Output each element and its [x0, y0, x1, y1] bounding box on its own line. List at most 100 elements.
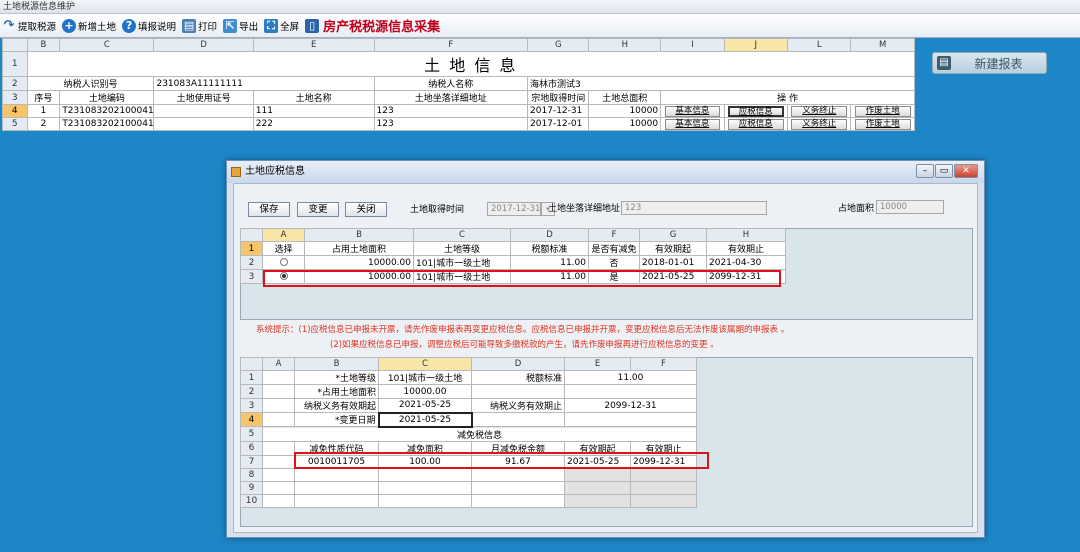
cell-tax-standard[interactable]: 11.00 — [510, 269, 589, 284]
export-button[interactable]: ⇱ 导出 — [223, 18, 258, 33]
cell-valid-to[interactable]: 2099-12-31 — [706, 269, 786, 284]
empty-cell[interactable] — [471, 493, 565, 508]
taxpayer-id-value[interactable]: 231083A11111111 — [153, 76, 375, 91]
terminate-obligation-button[interactable]: 义务终止 — [791, 118, 847, 130]
basic-info-button[interactable]: 基本信息 — [664, 105, 721, 117]
basic-info-button[interactable]: 基本信息 — [664, 118, 721, 130]
system-hint-1: 系统提示：(1)应税信息已申报未开票，请先作废申报表再变更应税信息。应税信息已申… — [256, 325, 790, 335]
add-land-button[interactable]: + 新增土地 — [62, 18, 117, 33]
cell-land-grade[interactable]: 101|城市一级土地 — [413, 269, 511, 284]
empty-cell[interactable] — [630, 467, 697, 482]
cell-land-name[interactable]: 222 — [252, 117, 375, 131]
print-button[interactable]: ▤ 打印 — [182, 18, 217, 33]
curved-arrow-icon: ↷ — [3, 17, 15, 33]
cell-valid-from[interactable]: 2021-05-25 — [564, 454, 631, 469]
page-title: ▯ 房产税税源信息采集 — [305, 16, 440, 35]
cell-land-code[interactable]: T23108320210004154 — [59, 117, 155, 131]
empty-cell[interactable] — [471, 480, 565, 495]
add-land-label: 新增土地 — [78, 21, 117, 33]
cell-total-area[interactable]: 10000 — [588, 104, 662, 118]
empty-cell[interactable] — [378, 493, 472, 508]
select-radio-checked[interactable] — [279, 272, 288, 280]
header-total-area: 土地总面积 — [588, 90, 662, 105]
document-icon: ▯ — [305, 18, 320, 33]
col-header: B — [26, 38, 61, 52]
action-cell: 应税信息 — [723, 117, 789, 131]
cell-acq-date[interactable]: 2017-12-01 — [527, 117, 590, 131]
empty-cell[interactable] — [471, 467, 565, 482]
save-button[interactable]: 保存 — [248, 202, 290, 217]
empty-cell[interactable] — [630, 493, 697, 508]
empty-cell[interactable] — [564, 467, 631, 482]
corner-cell — [240, 357, 263, 371]
select-radio[interactable] — [279, 258, 288, 266]
cell-cert-no[interactable] — [153, 117, 254, 131]
empty-cell[interactable] — [294, 493, 379, 508]
col-header: D — [471, 357, 565, 371]
close-button[interactable]: 关闭 — [345, 202, 387, 217]
cell-occupied-area[interactable]: 10000.00 — [304, 269, 414, 284]
terminate-obligation-button[interactable]: 义务终止 — [791, 105, 847, 117]
obligation-start-value[interactable]: 2021-05-25 — [378, 398, 472, 413]
empty-cell[interactable] — [630, 480, 697, 495]
cell-relief-area[interactable]: 100.00 — [378, 454, 472, 469]
fill-instructions-button[interactable]: ? 填报说明 — [122, 18, 176, 33]
action-cell: 基本信息 — [660, 104, 725, 118]
cell-monthly-relief[interactable]: 91.67 — [471, 454, 565, 469]
area-input[interactable]: 10000 — [876, 200, 944, 214]
cell-has-relief[interactable]: 是 — [588, 269, 640, 284]
cell-valid-to[interactable]: 2099-12-31 — [630, 454, 697, 469]
cell-valid-from[interactable]: 2018-01-01 — [639, 255, 707, 270]
occupied-area-value[interactable]: 10000.00 — [378, 384, 472, 399]
cell-valid-to[interactable]: 2021-04-30 — [706, 255, 786, 270]
row-header: 3 — [240, 398, 263, 413]
empty-cell[interactable] — [564, 493, 631, 508]
taxable-info-button[interactable]: 应税信息 — [728, 105, 784, 117]
cell-land-code[interactable]: T23108320210004153 — [59, 104, 155, 118]
close-icon[interactable]: ✕ — [954, 164, 978, 178]
row-header-selected: 1 — [240, 241, 263, 256]
taxpayer-name-value[interactable]: 海林市测试3 — [527, 76, 915, 91]
cell-seq[interactable]: 1 — [26, 104, 61, 118]
cell-valid-from[interactable]: 2021-05-25 — [639, 269, 707, 284]
cell-acq-date[interactable]: 2017-12-31 — [527, 104, 590, 118]
row-header: 6 — [240, 440, 263, 456]
empty-cell[interactable] — [564, 480, 631, 495]
col-header-selected: J — [723, 38, 789, 52]
change-button[interactable]: 变更 — [297, 202, 339, 217]
empty-cell[interactable] — [294, 480, 379, 495]
maximize-icon[interactable]: ▭ — [935, 164, 953, 178]
cell-total-area[interactable]: 10000 — [588, 117, 662, 131]
empty-cell[interactable] — [378, 467, 472, 482]
obligation-end-value[interactable]: 2099-12-31 — [564, 398, 697, 413]
occupied-area-label: *占用土地面积 — [294, 384, 379, 399]
address-input[interactable]: 123 — [621, 201, 767, 215]
minimize-icon[interactable]: – — [916, 164, 934, 178]
void-land-button[interactable]: 作废土地 — [854, 118, 911, 130]
cell-has-relief[interactable]: 否 — [588, 255, 640, 270]
land-grade-value[interactable]: 101|城市一级土地 — [378, 370, 472, 385]
cell-tax-standard[interactable]: 11.00 — [510, 255, 589, 270]
new-report-button[interactable]: ▤ 新建报表 — [932, 52, 1047, 74]
cell-seq[interactable]: 2 — [26, 117, 61, 131]
acq-time-input[interactable]: 2017-12-31 — [487, 202, 541, 216]
empty-cell[interactable] — [294, 467, 379, 482]
fullscreen-button[interactable]: ⛶ 全屏 — [264, 18, 300, 33]
tax-standard-value[interactable]: 11.00 — [564, 370, 697, 385]
cell-cert-no[interactable] — [153, 104, 254, 118]
cell-address[interactable]: 123 — [373, 104, 529, 118]
fullscreen-label: 全屏 — [280, 21, 300, 33]
taxable-info-button[interactable]: 应税信息 — [728, 118, 784, 130]
cell-address[interactable]: 123 — [373, 117, 529, 131]
acq-time-label: 土地取得时间 — [410, 205, 465, 215]
cell-relief-code[interactable]: 0010011705 — [294, 454, 379, 469]
cell-land-grade[interactable]: 101|城市一级土地 — [413, 255, 511, 270]
cell-land-name[interactable]: 111 — [252, 104, 375, 118]
col-header: G — [527, 38, 590, 52]
action-cell: 义务终止 — [786, 104, 852, 118]
empty-cell[interactable] — [378, 480, 472, 495]
void-land-button[interactable]: 作废土地 — [854, 105, 911, 117]
change-date-input[interactable]: 2021-05-25 — [377, 411, 473, 428]
cell-occupied-area[interactable]: 10000.00 — [304, 255, 414, 270]
fetch-tax-source-button[interactable]: ↷ 提取税源 — [2, 17, 56, 33]
